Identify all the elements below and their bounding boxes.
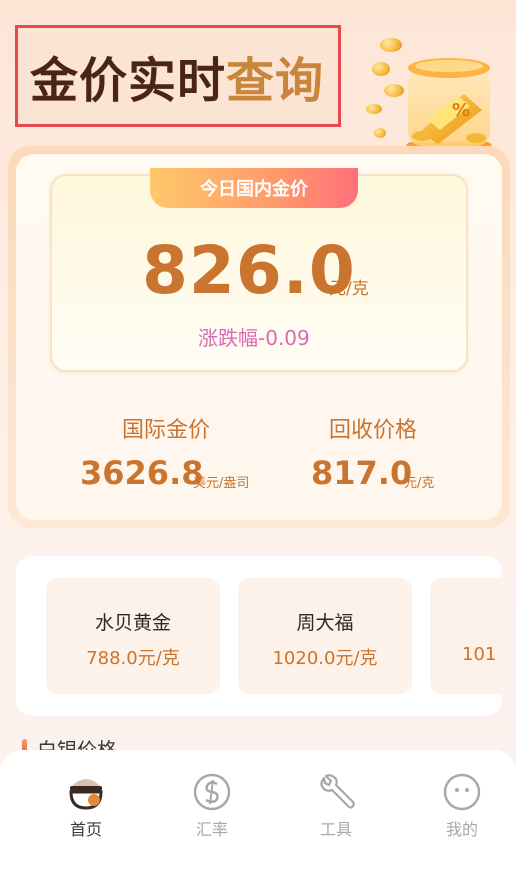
international-price-value: 3626.8 — [80, 454, 204, 492]
brand-price: 1020.0元/克 — [272, 648, 378, 669]
brand-card[interactable]: 101 — [430, 578, 502, 694]
nav-label-exchange: 汇率 — [195, 820, 228, 839]
brand-card[interactable]: 周大福 1020.0元/克 — [238, 578, 412, 694]
coin-icon — [380, 38, 402, 52]
brand-name: 周大福 — [296, 612, 354, 634]
international-price-unit: 美元/盎司 — [193, 476, 250, 491]
svg-text:%: % — [452, 100, 470, 121]
home-bowl-icon — [69, 779, 103, 810]
domestic-price-value: 826.0 — [142, 232, 356, 309]
coin-icon — [374, 128, 386, 138]
page-title-accent: 查询 — [226, 53, 325, 109]
domestic-change: 涨跌幅-0.09 — [198, 326, 310, 350]
nav-tab-exchange[interactable]: 汇率 — [172, 772, 252, 840]
brand-price-list[interactable]: 水贝黄金 788.0元/克 周大福 1020.0元/克 101 — [16, 556, 502, 716]
domestic-price-unit: 元/克 — [329, 279, 369, 299]
page-title-main: 金价实时 — [30, 53, 227, 109]
bottom-nav: 首页 汇率 工具 我的 — [0, 750, 516, 876]
nav-tab-home[interactable]: 首页 — [46, 772, 126, 840]
coin-icon — [366, 104, 382, 114]
nav-tab-tools[interactable]: 工具 — [296, 772, 376, 840]
exchange-rate-icon — [193, 773, 231, 811]
page-title: 金价实时 查询 — [15, 25, 341, 127]
brand-card[interactable]: 水贝黄金 788.0元/克 — [46, 578, 220, 694]
brand-name: 水贝黄金 — [94, 612, 171, 634]
coin-icon — [372, 62, 390, 76]
brand-price: 788.0元/克 — [86, 648, 180, 669]
domestic-badge: 今日国内金价 — [150, 168, 358, 208]
wrench-icon — [320, 774, 355, 809]
brand-price: 101 — [462, 644, 497, 665]
recycle-price-unit: 元/克 — [404, 476, 435, 491]
nav-label-mine: 我的 — [445, 820, 478, 839]
international-price-label: 国际金价 — [122, 418, 211, 443]
recycle-price-label: 回收价格 — [329, 418, 418, 443]
profile-face-icon — [443, 773, 481, 811]
nav-tab-mine[interactable]: 我的 — [422, 772, 502, 840]
nav-label-home: 首页 — [69, 820, 102, 839]
nav-label-tools: 工具 — [319, 820, 352, 839]
recycle-price-value: 817.0 — [311, 454, 413, 492]
coin-icon — [384, 84, 404, 97]
